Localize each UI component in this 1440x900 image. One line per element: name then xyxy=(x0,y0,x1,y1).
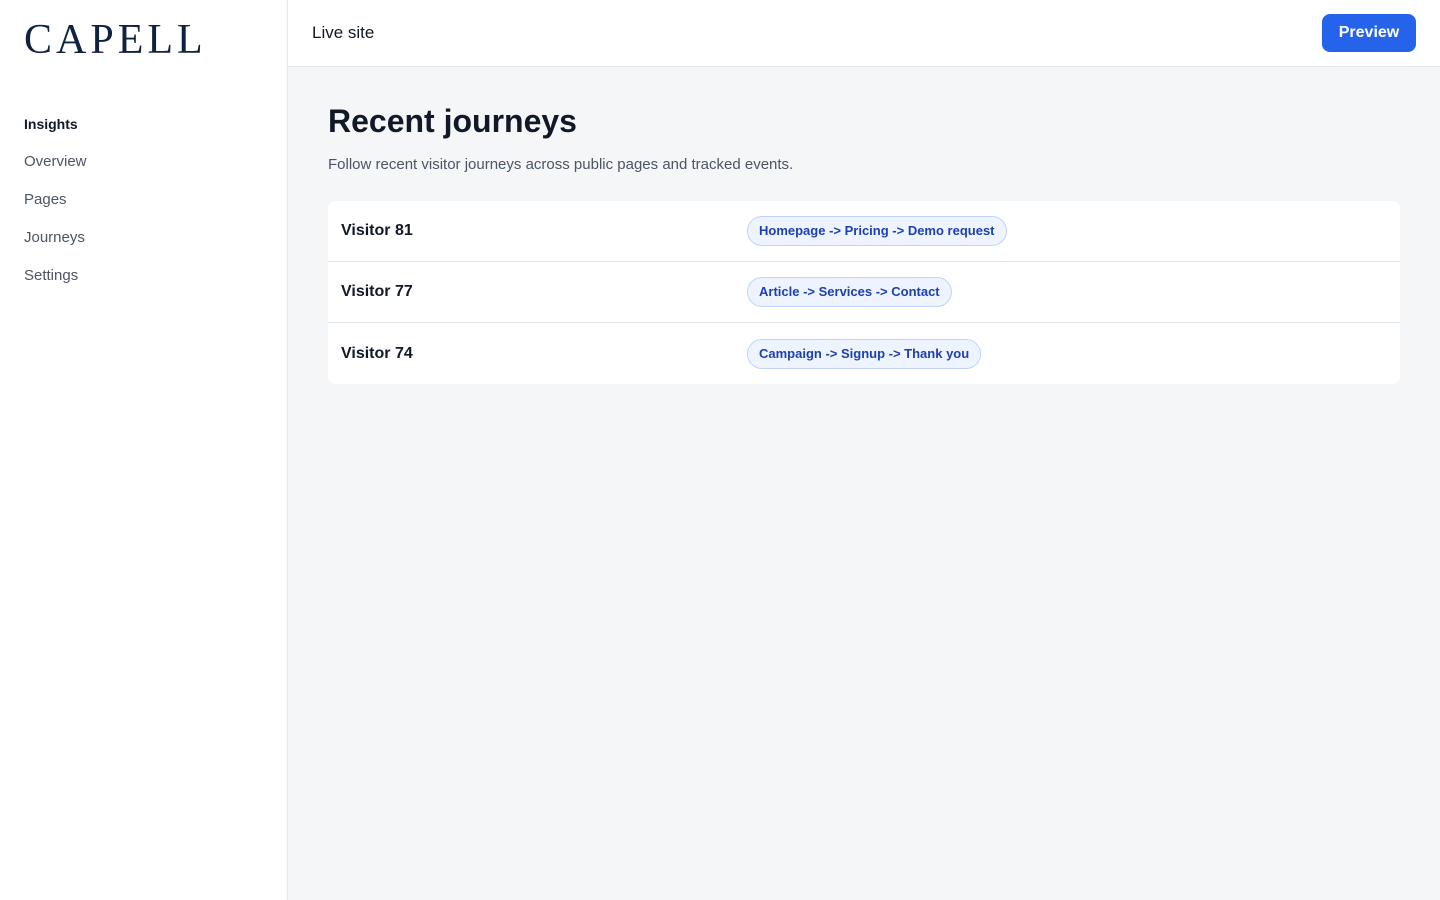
sidebar-item-journeys[interactable]: Journeys xyxy=(24,228,263,248)
sidebar-nav: Insights Overview Pages Journeys Setting… xyxy=(24,114,263,286)
visitor-name: Visitor 77 xyxy=(341,283,413,300)
visitor-name: Visitor 81 xyxy=(341,222,413,239)
app-shell: CAPELL Insights Overview Pages Journeys … xyxy=(0,0,1440,900)
nav-section-insights: Insights xyxy=(24,116,78,132)
page-title: Recent journeys xyxy=(328,103,577,139)
journey-row[interactable]: Visitor 77 Article -> Services -> Contac… xyxy=(328,262,1400,323)
sidebar-item-pages[interactable]: Pages xyxy=(24,190,263,210)
journey-row[interactable]: Visitor 81 Homepage -> Pricing -> Demo r… xyxy=(328,201,1400,262)
content: Recent journeys Follow recent visitor jo… xyxy=(288,67,1440,384)
topbar: Live site Preview xyxy=(288,0,1440,67)
sidebar: CAPELL Insights Overview Pages Journeys … xyxy=(0,0,288,900)
page-subtitle: Follow recent visitor journeys across pu… xyxy=(328,156,794,173)
live-site-label: Live site xyxy=(312,23,375,42)
sidebar-item-settings[interactable]: Settings xyxy=(24,266,263,286)
journey-path-badge: Article -> Services -> Contact xyxy=(747,277,952,307)
journey-path-badge: Campaign -> Signup -> Thank you xyxy=(747,338,982,369)
visitor-name: Visitor 74 xyxy=(341,344,413,362)
journeys-list: Visitor 81 Homepage -> Pricing -> Demo r… xyxy=(328,201,1400,384)
journey-path-badge: Homepage -> Pricing -> Demo request xyxy=(747,216,1007,246)
journey-row[interactable]: Visitor 74 Campaign -> Signup -> Thank y… xyxy=(328,323,1400,384)
brand-logo[interactable]: CAPELL xyxy=(24,18,263,62)
main-area: Live site Preview Recent journeys Follow… xyxy=(288,0,1440,900)
sidebar-item-overview[interactable]: Overview xyxy=(24,152,263,172)
preview-button[interactable]: Preview xyxy=(1322,14,1416,52)
